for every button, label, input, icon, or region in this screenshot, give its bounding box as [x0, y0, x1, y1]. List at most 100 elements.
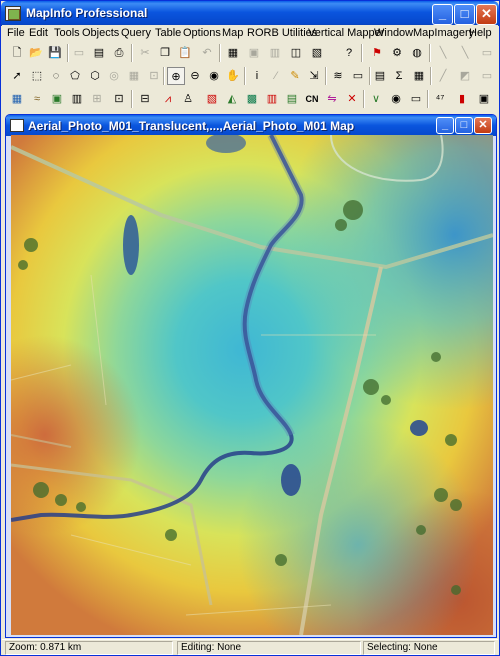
calculator-icon[interactable]: ▦ [410, 67, 428, 85]
status-selecting[interactable]: Selecting: None [363, 641, 495, 655]
line-tool-icon[interactable]: ╱ [434, 67, 452, 85]
green-bars-icon[interactable]: ▤ [283, 90, 301, 108]
label-tool-icon[interactable]: ✎ [286, 67, 304, 85]
menu-objects[interactable]: Objects [82, 27, 119, 39]
marquee-select-icon[interactable]: ⬚ [28, 67, 46, 85]
zoom-out-icon[interactable]: ⊖ [186, 67, 204, 85]
arrow-tool-icon[interactable]: ⇋ [323, 90, 341, 108]
square-icon[interactable]: ▣ [475, 90, 493, 108]
map-window-title: Aerial_Photo_M01_Translucent,...,Aerial_… [28, 119, 355, 133]
info-tool-icon[interactable]: i [248, 67, 266, 85]
legend-icon[interactable]: ▤ [371, 67, 389, 85]
minimize-button[interactable]: _ [432, 4, 453, 25]
menu-options[interactable]: Options [183, 27, 221, 39]
region-style-icon[interactable]: ▭ [478, 44, 496, 62]
new-map-icon[interactable]: ▣ [245, 44, 263, 62]
red-bar-icon[interactable]: ▥ [263, 90, 281, 108]
unselect-icon[interactable]: ▦ [125, 67, 143, 85]
toolbar-standard: 🗋 📂 💾 ▭ ▤ ⎙ ✂ ❐ 📋 ↶ ▦ ▣ ▥ ◫ ▧ ? ⚑ ⚙ ◍ ╲ … [4, 42, 498, 64]
numbers-icon[interactable]: ⁴⁷ [431, 90, 449, 108]
menu-help[interactable]: Help [469, 27, 492, 39]
contour-icon[interactable]: ≈ [28, 90, 46, 108]
map-window: Aerial_Photo_M01_Translucent,...,Aerial_… [5, 114, 497, 638]
cut-icon[interactable]: ✂ [136, 44, 154, 62]
line-style-icon[interactable]: ╲ [434, 44, 452, 62]
copy-icon[interactable]: ❐ [156, 44, 174, 62]
ruler-icon[interactable]: ▭ [349, 67, 367, 85]
valley-icon[interactable]: ∨ [367, 90, 385, 108]
help-pointer-icon[interactable]: ? [340, 44, 358, 62]
graph-select-icon[interactable]: ⊡ [145, 67, 163, 85]
polygon-select-icon[interactable]: ⬠ [66, 67, 84, 85]
person-icon[interactable]: ♙ [179, 90, 197, 108]
menu-query[interactable]: Query [121, 27, 151, 39]
grid-icon[interactable]: ▦ [8, 90, 26, 108]
map-maximize-button[interactable]: □ [455, 117, 473, 134]
rect-tool-icon[interactable]: ▭ [478, 67, 496, 85]
invert-select-icon[interactable]: ◎ [105, 67, 123, 85]
drag-window-icon[interactable]: ⇲ [305, 67, 323, 85]
app-titlebar[interactable]: MapInfo Professional _ □ ✕ [1, 1, 499, 26]
zoom-in-icon[interactable]: ⊕ [167, 67, 185, 85]
save-icon[interactable]: 💾 [46, 44, 64, 62]
redistrict-icon[interactable]: ▧ [308, 44, 326, 62]
reshape-tool-icon[interactable]: ◩ [456, 67, 474, 85]
triangle-icon[interactable]: ⩘ [159, 90, 177, 108]
tool-manager-icon[interactable]: ⚙ [388, 44, 406, 62]
undo-icon[interactable]: ↶ [198, 44, 216, 62]
toolbar-vertical-mapper: ▦ ≈ ▣ ▥ ⊞ ⊡ ⊟ ⩘ ♙ ▧ ◭ ▩ ▥ ▤ CN ⇋ ✕ ∨ ◉ ▭… [4, 88, 498, 110]
print-icon[interactable]: ⎙ [110, 44, 128, 62]
new-graph-icon[interactable]: ▥ [266, 44, 284, 62]
print-preview-icon[interactable]: ▤ [90, 44, 108, 62]
polyline-style-icon[interactable]: ╲ [456, 44, 474, 62]
select-arrow-icon[interactable]: ➚ [8, 67, 26, 85]
layer-control-icon[interactable]: ≋ [329, 67, 347, 85]
x-mark-icon[interactable]: ✕ [343, 90, 361, 108]
menu-map[interactable]: Map [222, 27, 243, 39]
save-disabled-icon[interactable]: ▭ [70, 44, 88, 62]
cn-icon[interactable]: CN [303, 90, 321, 108]
status-editing[interactable]: Editing: None [177, 641, 361, 655]
globe-icon[interactable]: ◍ [408, 44, 426, 62]
menu-window[interactable]: Window [374, 27, 413, 39]
grid-info-icon[interactable]: ⊞ [88, 90, 106, 108]
new-browser-icon[interactable]: ▦ [224, 44, 242, 62]
pan-hand-icon[interactable]: ✋ [224, 67, 242, 85]
color-bar-icon[interactable]: ▮ [453, 90, 471, 108]
menu-file[interactable]: File [7, 27, 25, 39]
status-zoom[interactable]: Zoom: 0.871 km [5, 641, 173, 655]
map-window-icon[interactable]: ⊡ [110, 90, 128, 108]
eye-icon[interactable]: ◉ [387, 90, 405, 108]
new-layout-icon[interactable]: ◫ [287, 44, 305, 62]
run-man-icon[interactable]: ⚑ [368, 44, 386, 62]
menu-tools[interactable]: Tools [54, 27, 80, 39]
new-file-icon[interactable]: 🗋 [8, 44, 26, 62]
paste-icon[interactable]: 📋 [176, 44, 194, 62]
region-tool-icon[interactable]: ▥ [68, 90, 86, 108]
radius-select-icon[interactable]: ◌ [47, 67, 65, 85]
map-canvas[interactable] [11, 135, 493, 635]
map-window-titlebar[interactable]: Aerial_Photo_M01_Translucent,...,Aerial_… [6, 115, 496, 136]
map-minimize-button[interactable]: _ [436, 117, 454, 134]
status-bar: Zoom: 0.871 km Editing: None Selecting: … [2, 639, 498, 655]
hotlink-icon[interactable]: ⁄ [267, 67, 285, 85]
shapes-icon[interactable]: ▭ [407, 90, 425, 108]
maximize-button[interactable]: □ [454, 4, 475, 25]
close-button[interactable]: ✕ [476, 4, 497, 25]
aerial-photo-overlay [11, 135, 493, 635]
boundary-select-icon[interactable]: ⬡ [86, 67, 104, 85]
color-dots-icon[interactable]: ◭ [223, 90, 241, 108]
red-log-icon[interactable]: ▧ [203, 90, 221, 108]
menu-vertical-mapper[interactable]: Vertical Mapper [308, 27, 384, 39]
open-folder-icon[interactable]: 📂 [27, 44, 45, 62]
menu-edit[interactable]: Edit [29, 27, 48, 39]
menu-mapimagery[interactable]: MapImagery [413, 27, 474, 39]
menu-rorb-utilities[interactable]: RORB Utilities [247, 27, 317, 39]
cross-section-icon[interactable]: ⊟ [136, 90, 154, 108]
menu-table[interactable]: Table [155, 27, 181, 39]
profile-icon[interactable]: ▣ [48, 90, 66, 108]
change-view-icon[interactable]: ◉ [205, 67, 223, 85]
ruler-grid-icon[interactable]: ▩ [243, 90, 261, 108]
map-close-button[interactable]: ✕ [474, 117, 492, 134]
statistics-icon[interactable]: Σ [390, 67, 408, 85]
